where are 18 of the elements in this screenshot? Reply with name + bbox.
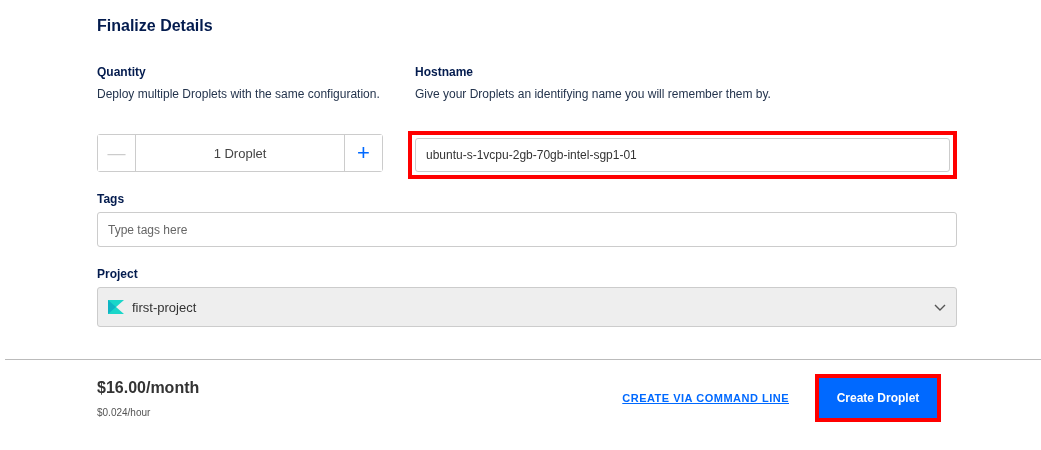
tags-field[interactable]: Type tags here xyxy=(97,212,957,247)
monthly-price: $16.00/month xyxy=(97,378,201,397)
field-label: Project xyxy=(97,267,139,281)
field-label: Tags xyxy=(97,192,126,206)
quantity-value: 1 Droplet xyxy=(212,144,268,163)
project-select[interactable]: first-project xyxy=(97,287,957,327)
command-line-link[interactable]: CREATE VIA COMMAND LINE xyxy=(622,392,789,404)
increment-button[interactable]: + xyxy=(344,135,382,171)
section-title: Finalize Details xyxy=(97,17,214,35)
chevron-down-icon xyxy=(934,303,946,311)
create-droplet-button[interactable]: Create Droplet xyxy=(819,378,937,418)
hourly-price: $0.024/hour xyxy=(97,406,152,418)
field-label: Hostname xyxy=(415,65,474,79)
field-label: Quantity xyxy=(97,65,147,79)
field-description: Deploy multiple Droplets with the same configuration. xyxy=(97,86,381,103)
field-description: Give your Droplets an identifying name you will remember them by. xyxy=(415,86,772,103)
hostname-field[interactable]: ubuntu-s-1vcpu-2gb-70gb-intel-sgp1-01 xyxy=(415,138,950,172)
flag-icon xyxy=(108,299,124,315)
